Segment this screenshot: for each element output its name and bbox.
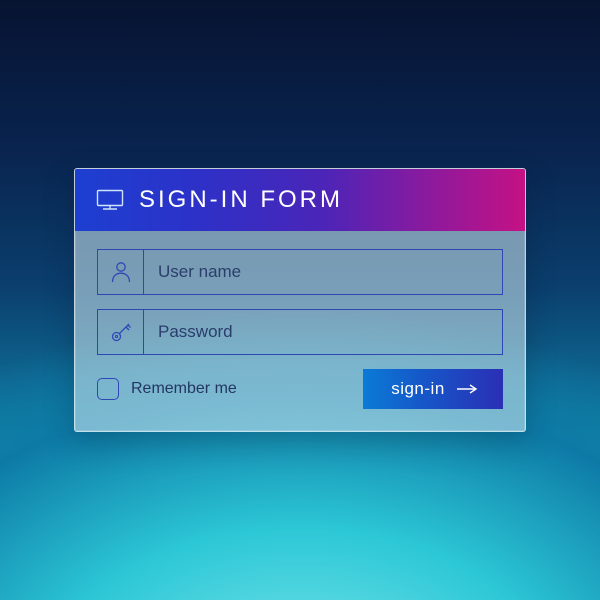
username-input[interactable] bbox=[144, 250, 502, 294]
remember-me-label: Remember me bbox=[131, 380, 237, 398]
signin-button-label: sign-in bbox=[391, 379, 445, 399]
card-title: SIGN-IN FORM bbox=[139, 186, 343, 214]
card-body: Remember me sign-in bbox=[75, 231, 525, 431]
remember-me-toggle[interactable]: Remember me bbox=[97, 378, 237, 400]
password-field[interactable] bbox=[97, 309, 503, 355]
signin-card: SIGN-IN FORM bbox=[74, 168, 526, 432]
arrow-right-icon bbox=[457, 384, 479, 394]
key-icon bbox=[98, 310, 144, 354]
monitor-icon bbox=[97, 190, 123, 210]
password-input[interactable] bbox=[144, 310, 502, 354]
card-header: SIGN-IN FORM bbox=[75, 169, 525, 231]
user-icon bbox=[98, 250, 144, 294]
card-footer: Remember me sign-in bbox=[97, 369, 503, 409]
signin-button[interactable]: sign-in bbox=[363, 369, 503, 409]
username-field[interactable] bbox=[97, 249, 503, 295]
checkbox-icon bbox=[97, 378, 119, 400]
